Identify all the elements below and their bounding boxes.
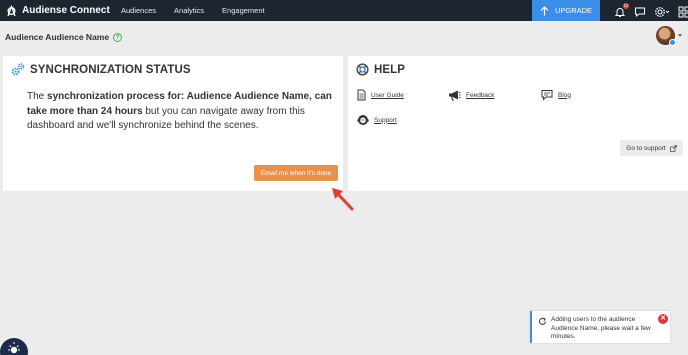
top-navbar: Audiense Connect Audiences Analytics Eng… [0, 0, 688, 21]
blog-link[interactable]: Blog [541, 89, 571, 101]
feedback-link[interactable]: Feedback [448, 89, 495, 101]
messages-button[interactable] [634, 5, 646, 17]
upgrade-label: UPGRADE [554, 6, 593, 15]
gear-icon [655, 6, 670, 17]
support-link[interactable]: Support [357, 114, 397, 126]
arrow-up-icon [540, 5, 549, 15]
refresh-icon [539, 317, 546, 325]
go-to-support-button[interactable]: Go to support [620, 140, 683, 156]
grid-icon [678, 6, 688, 17]
go-to-support-label: Go to support [626, 144, 666, 152]
notification-badge: 11 [623, 2, 629, 9]
apps-button[interactable] [678, 5, 688, 17]
sync-panel-header: SYNCHRONIZATION STATUS [11, 63, 191, 76]
account-badge-icon [669, 39, 676, 46]
sync-toast: Adding users to the audience Audience Na… [530, 311, 670, 343]
external-link-icon [669, 144, 677, 152]
page-title: Audience Audience Name ? [5, 32, 123, 42]
help-panel-title: HELP [374, 63, 406, 76]
blog-label: Blog [558, 91, 572, 99]
upgrade-button[interactable]: UPGRADE [532, 0, 600, 21]
help-panel-header: HELP [356, 63, 405, 76]
settings-button[interactable] [654, 5, 670, 17]
nav-analytics[interactable]: Analytics [174, 6, 204, 15]
user-menu[interactable] [656, 26, 682, 46]
support-label: Support [374, 116, 397, 124]
nav-audiences[interactable]: Audiences [121, 6, 156, 15]
notifications-button[interactable]: 11 [614, 2, 629, 17]
user-guide-link[interactable]: User Guide [357, 89, 404, 101]
avatar [656, 26, 676, 46]
gears-icon [11, 63, 25, 76]
help-panel: HELP User Guide Feedback Blog Support Go… [348, 56, 688, 191]
nav-engagement[interactable]: Engagement [222, 6, 265, 15]
audiense-logo-icon [7, 4, 16, 16]
brand[interactable]: Audiense Connect [0, 4, 121, 17]
megaphone-icon [449, 90, 461, 101]
chat-icon [635, 7, 645, 17]
lightbulb-help-button[interactable] [0, 338, 28, 355]
feedback-label: Feedback [466, 91, 495, 99]
chevron-down-icon [678, 34, 682, 37]
email-me-button[interactable]: Email me when it's done [254, 165, 338, 181]
user-guide-label: User Guide [371, 91, 404, 99]
audience-name: Audience Audience Name [5, 32, 110, 42]
synchronization-status-panel: SYNCHRONIZATION STATUS The synchronizati… [3, 56, 343, 191]
comment-icon [541, 90, 553, 101]
lifebuoy-icon [356, 63, 369, 76]
annotation-arrow-icon [332, 188, 354, 211]
toast-close-icon[interactable]: ✕ [658, 314, 668, 324]
support-agent-icon [357, 115, 369, 125]
help-icon[interactable]: ? [113, 32, 123, 42]
brand-name: Audiense Connect [22, 5, 110, 16]
sync-description: The synchronization process for: Audienc… [27, 91, 332, 131]
lightbulb-icon [8, 342, 20, 354]
sync-panel-title: SYNCHRONIZATION STATUS [30, 63, 191, 76]
document-icon [357, 89, 366, 101]
toast-message: Adding users to the audience Audience Na… [551, 316, 651, 340]
